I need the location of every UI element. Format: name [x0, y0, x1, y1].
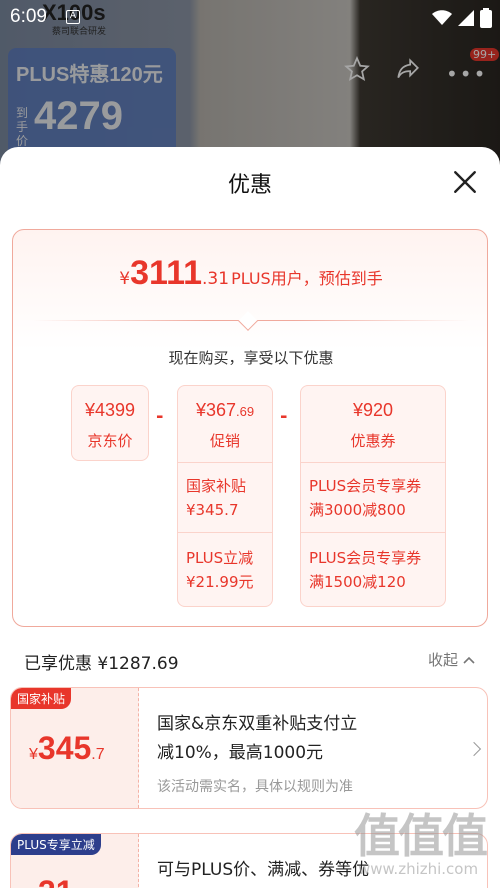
discount-description-line1: 可与PLUS价、满减、券等优 [157, 860, 370, 880]
watermark-logo: 值值值 [354, 809, 488, 863]
discount-amount: ¥345.7 [29, 730, 105, 767]
status-time: 6:09 [10, 6, 47, 27]
jd-price-label: 京东价 [87, 432, 133, 450]
discount-integer: 345 [37, 730, 92, 766]
discount-integer: 21 [38, 874, 74, 888]
promotion-amount-dec: .69 [235, 404, 255, 419]
coupon-label: 优惠券 [350, 432, 396, 450]
coupon-item-value: 满3000减800 [309, 501, 406, 519]
discount-amount: ¥21 [29, 874, 74, 888]
chevron-up-icon [463, 656, 475, 664]
coupon-item-value: 满1500减120 [309, 573, 406, 591]
promotion-item-value: ¥21.99元 [186, 573, 254, 591]
estimated-decimal: .31 [202, 269, 230, 289]
collapse-button[interactable]: 收起 [428, 649, 475, 670]
discount-tag: 国家补贴 [11, 688, 72, 709]
coupon-amount: ¥920 [352, 400, 394, 420]
estimated-integer: 3111 [130, 254, 203, 292]
discount-description-line1: 国家&京东双重补贴支付立 [157, 714, 358, 734]
promotion-item-value: ¥345.7 [186, 501, 239, 519]
coupon-separator [301, 462, 445, 463]
jd-price-box: ¥4399 京东价 [71, 385, 149, 461]
collapse-label: 收起 [428, 651, 459, 669]
promotion-separator [178, 462, 272, 463]
estimated-yen: ¥ [119, 269, 131, 289]
signal-icon [458, 10, 474, 26]
discount-yen: ¥ [29, 746, 38, 763]
promotion-amount: ¥367.69 [178, 400, 272, 421]
discount-sheet: 优惠 ¥3111.31 PLUS用户，预估到手 现在购买，享受以下优惠 ¥4399… [0, 147, 500, 888]
coupon-separator [301, 532, 445, 533]
discount-card-national-subsidy[interactable]: 国家补贴 ¥345.7 国家&京东双重补贴支付立 减10%，最高1000元 该活… [10, 687, 488, 809]
coupon-box: ¥920 优惠券 PLUS会员专享券 满3000减800 PLUS会员专享券 满… [300, 385, 446, 607]
enjoyed-discount-total: 已享优惠 ¥1287.69 [24, 654, 179, 674]
price-breakdown-card: ¥3111.31 PLUS用户，预估到手 现在购买，享受以下优惠 ¥4399 京东… [12, 229, 488, 627]
discount-description-line2: 减10%，最高1000元 [157, 743, 324, 763]
promotion-box: ¥367.69 促销 国家补贴 ¥345.7 PLUS立减 ¥21.99元 [177, 385, 273, 607]
close-icon[interactable] [452, 169, 478, 195]
minus-sign: - [156, 406, 164, 427]
battery-icon [480, 8, 492, 28]
promotion-label: 促销 [209, 432, 240, 450]
promotion-amount-int: ¥367 [195, 400, 236, 420]
discount-note: 该活动需实名，具体以规则为准 [157, 779, 353, 795]
sheet-title: 优惠 [227, 173, 272, 198]
now-buying-text: 现在购买，享受以下优惠 [168, 349, 334, 367]
estimated-price: ¥3111.31 PLUS用户，预估到手 [13, 254, 489, 293]
promotion-item-name: 国家补贴 [186, 477, 247, 495]
jd-price-amount: ¥4399 [84, 400, 136, 420]
minus-sign: - [280, 406, 288, 427]
notification-icon: A [66, 10, 80, 24]
coupon-item-name: PLUS会员专享券 [309, 549, 422, 567]
status-bar: 6:09 A [0, 0, 500, 34]
promotion-separator [178, 532, 272, 533]
watermark-url: www.zhizhi.com [358, 860, 479, 878]
watermark: 值值值 www.zhizhi.com [352, 800, 492, 884]
wifi-icon [432, 10, 452, 25]
discount-tag: PLUS专享立减 [11, 834, 101, 855]
divider-notch [238, 311, 258, 331]
estimated-label: PLUS用户，预估到手 [231, 269, 383, 288]
coupon-item-name: PLUS会员专享券 [309, 477, 422, 495]
promotion-item-name: PLUS立减 [186, 549, 254, 567]
chevron-right-icon [466, 741, 482, 757]
discount-decimal: .7 [91, 746, 105, 763]
